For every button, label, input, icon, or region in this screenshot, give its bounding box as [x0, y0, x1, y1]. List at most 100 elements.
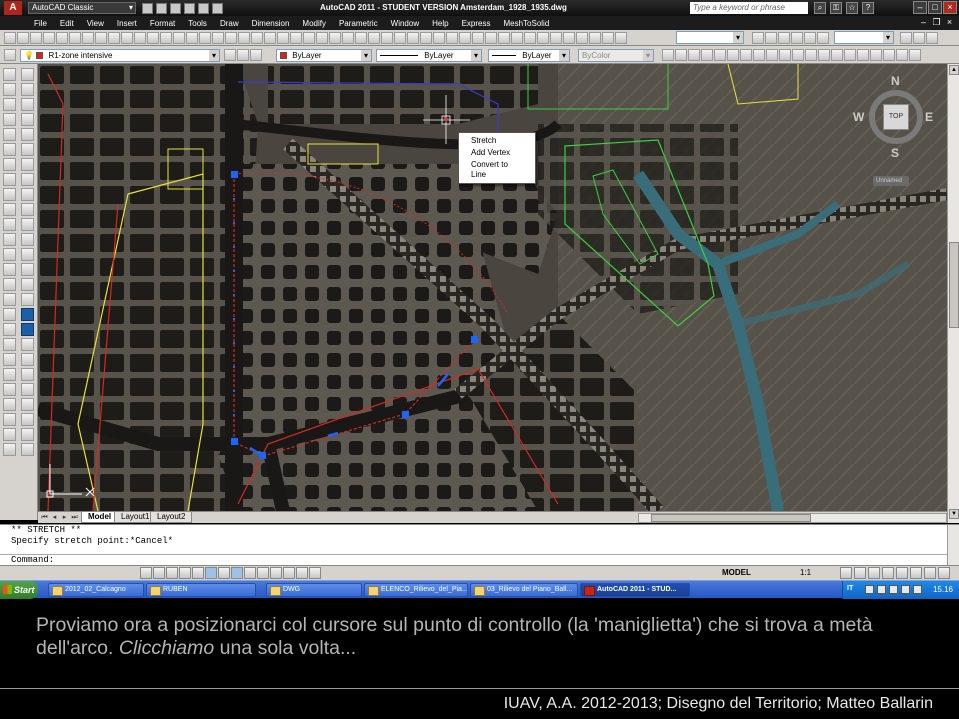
dimension-tool-18-icon[interactable] — [883, 49, 895, 61]
draw-tool-24-icon[interactable] — [3, 413, 16, 426]
style-select[interactable] — [834, 31, 894, 44]
help-search-input[interactable]: Type a keyword or phrase — [690, 2, 808, 14]
minimize-icon[interactable]: – — [913, 1, 927, 14]
doc-close-icon[interactable]: × — [944, 17, 955, 28]
ucs-dynamic-icon[interactable] — [244, 567, 256, 579]
modify-tool-3-icon[interactable] — [21, 98, 34, 111]
standard-tool-11-icon[interactable] — [134, 32, 146, 44]
dimension-tool-3-icon[interactable] — [688, 49, 700, 61]
plot-icon[interactable] — [212, 2, 223, 14]
modify-tool-13-icon[interactable] — [21, 248, 34, 261]
star-icon[interactable]: ☆ — [846, 2, 858, 14]
standard-tool-46-icon[interactable] — [589, 32, 601, 44]
new-file-icon[interactable] — [142, 2, 153, 14]
standard-tool-22-icon[interactable] — [277, 32, 289, 44]
selection-cycling-icon[interactable] — [309, 567, 321, 579]
standard-tool-32-icon[interactable] — [407, 32, 419, 44]
draw-tool-9-icon[interactable] — [3, 188, 16, 201]
menu-help[interactable]: Help — [432, 19, 448, 28]
workspace-select[interactable]: AutoCAD Classic — [28, 2, 136, 14]
standard-tool-29-icon[interactable] — [368, 32, 380, 44]
menu-file[interactable]: File — [34, 19, 47, 28]
dimension-tool-6-icon[interactable] — [727, 49, 739, 61]
standard-tool-34-icon[interactable] — [433, 32, 445, 44]
binoculars-icon[interactable]: ⌕ — [814, 2, 826, 14]
draw-tool-7-icon[interactable] — [3, 158, 16, 171]
dimension-tool-19-icon[interactable] — [896, 49, 908, 61]
menu-edit[interactable]: Edit — [60, 19, 74, 28]
standard-tool-42-icon[interactable] — [537, 32, 549, 44]
menu-format[interactable]: Format — [150, 19, 175, 28]
modify-tool-2-icon[interactable] — [21, 83, 34, 96]
tab-layout2[interactable]: Layout2 — [150, 512, 193, 523]
lock-icon[interactable] — [882, 567, 894, 579]
layout-icon[interactable] — [778, 32, 790, 44]
standard-tool-47-icon[interactable] — [602, 32, 614, 44]
undo-icon[interactable] — [184, 2, 195, 14]
tab-first-icon[interactable]: ⏮ — [40, 513, 49, 522]
task-rilievo-piano[interactable]: 03_Rilievo del Piano_Ball... — [470, 583, 578, 597]
draw-tool-11-icon[interactable] — [3, 218, 16, 231]
standard-tool-1-icon[interactable] — [4, 32, 16, 44]
draw-tool-14-icon[interactable] — [3, 263, 16, 276]
draw-tool-5-icon[interactable] — [3, 128, 16, 141]
lineweight-icon[interactable] — [270, 567, 282, 579]
draw-tool-23-icon[interactable] — [3, 398, 16, 411]
standard-tool-30-icon[interactable] — [381, 32, 393, 44]
doc-restore-icon[interactable]: ❐ — [931, 17, 942, 28]
standard-tool-16-icon[interactable] — [199, 32, 211, 44]
viewcube-west[interactable]: W — [853, 110, 864, 124]
clean-screen-icon[interactable] — [938, 567, 950, 579]
grid-display-icon[interactable] — [166, 567, 178, 579]
named-views-icon[interactable] — [752, 32, 764, 44]
dimension-tool-11-icon[interactable] — [792, 49, 804, 61]
doc-minimize-icon[interactable]: – — [918, 17, 929, 28]
hardware-accel-icon[interactable] — [896, 567, 908, 579]
modify-tool-21-icon[interactable] — [21, 368, 34, 381]
standard-tool-21-icon[interactable] — [264, 32, 276, 44]
standard-tool-7-icon[interactable] — [82, 32, 94, 44]
ortho-mode-icon[interactable] — [179, 567, 191, 579]
modify-tool-6-icon[interactable] — [21, 143, 34, 156]
draw-tool-18-icon[interactable] — [3, 323, 16, 336]
grip-vertex-1[interactable] — [231, 171, 238, 178]
standard-tool-41-icon[interactable] — [524, 32, 536, 44]
task-autocad[interactable]: AutoCAD 2011 - STUD... — [580, 583, 690, 597]
vertical-scroll-thumb[interactable] — [949, 242, 959, 328]
autocad-logo-icon[interactable]: A — [4, 1, 22, 15]
task-elenco-rilievo[interactable]: ELENCO_Rilievo_del_Pia... — [364, 583, 468, 597]
dimension-tool-2-icon[interactable] — [675, 49, 687, 61]
standard-tool-39-icon[interactable] — [498, 32, 510, 44]
menu-window[interactable]: Window — [391, 19, 419, 28]
standard-tool-24-icon[interactable] — [303, 32, 315, 44]
menu-modify[interactable]: Modify — [302, 19, 326, 28]
menu-meshtosolid[interactable]: MeshToSolid — [503, 19, 549, 28]
design-center-icon[interactable] — [804, 32, 816, 44]
dynamic-input-icon[interactable] — [257, 567, 269, 579]
menu-parametric[interactable]: Parametric — [339, 19, 378, 28]
standard-tool-40-icon[interactable] — [511, 32, 523, 44]
lineweight-select[interactable]: ByLayer — [488, 49, 570, 62]
transparency-icon[interactable] — [283, 567, 295, 579]
standard-tool-9-icon[interactable] — [108, 32, 120, 44]
standard-tool-48-icon[interactable] — [615, 32, 627, 44]
grip-vertex-3[interactable] — [259, 452, 266, 459]
draw-tool-17-icon[interactable] — [3, 308, 16, 321]
modify-tool-10-icon[interactable] — [21, 203, 34, 216]
text-style-icon[interactable] — [900, 32, 912, 44]
menu-express[interactable]: Express — [462, 19, 491, 28]
model-space-toggle[interactable]: MODEL — [722, 568, 751, 577]
help-icon[interactable]: ? — [862, 2, 874, 14]
modify-tool-7-icon[interactable] — [21, 158, 34, 171]
modify-tool-23-icon[interactable] — [21, 398, 34, 411]
infer-constraints-icon[interactable] — [140, 567, 152, 579]
maximize-icon[interactable]: □ — [928, 1, 942, 14]
menu-tools[interactable]: Tools — [188, 19, 207, 28]
modify-tool-8-icon[interactable] — [21, 173, 34, 186]
standard-tool-27-icon[interactable] — [342, 32, 354, 44]
modify-tool-26-icon[interactable] — [21, 443, 34, 456]
draw-tool-21-icon[interactable] — [3, 368, 16, 381]
menu-item-convert-to-line[interactable]: Convert to Line — [459, 159, 535, 181]
task-2012-02-calcagno[interactable]: 2012_02_Calcagno — [48, 583, 144, 597]
draw-tool-10-icon[interactable] — [3, 203, 16, 216]
